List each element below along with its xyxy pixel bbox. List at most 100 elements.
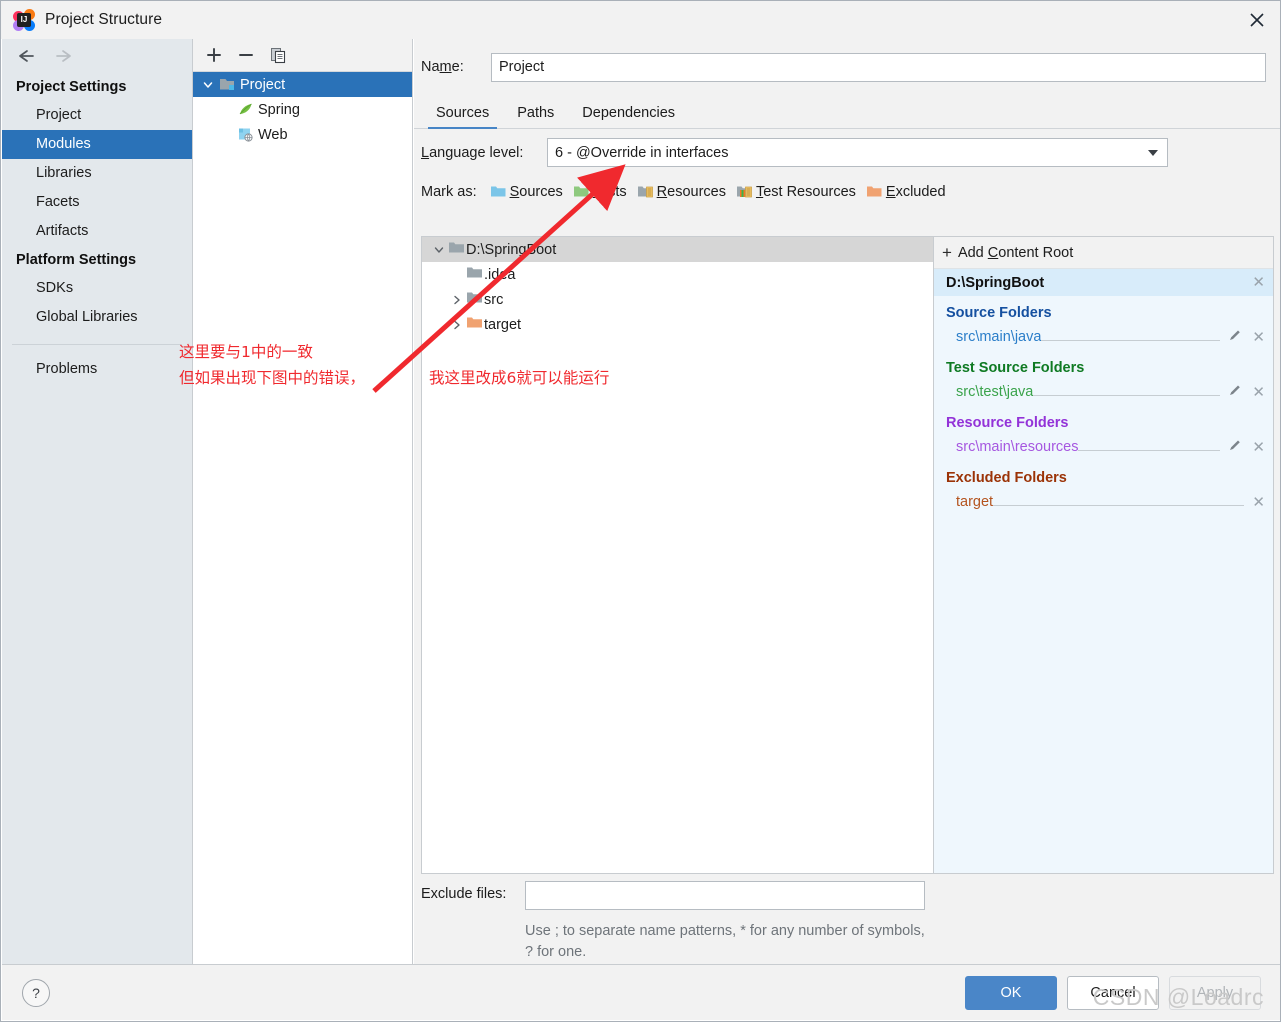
remove-excluded-folder-icon[interactable]: ✕ [1252,495,1265,510]
mark-as-resources-button[interactable]: Resources [637,184,726,200]
resource-folder-entry[interactable]: src\main\resources ✕ [934,433,1273,461]
edit-pencil-icon[interactable] [1228,438,1242,456]
language-level-label: Language level: [421,144,524,161]
help-button[interactable]: ? [22,978,50,1007]
title-bar: IJ Project Structure [1,1,1280,39]
excluded-folders-title: Excluded Folders [946,470,1067,486]
remove-content-root-icon[interactable]: ✕ [1252,275,1265,290]
sidebar-group-platform-settings: Platform Settings [16,252,137,268]
mark-as-test-resources-button[interactable]: Test Resources [736,184,856,200]
remove-module-button[interactable] [233,42,259,68]
add-content-root-button[interactable]: + Add Content Root [934,237,1273,269]
mark-as-label: Mark as: [421,183,477,200]
close-icon[interactable] [1232,1,1280,39]
entry-rule [1033,385,1221,396]
content-tree-label: .idea [484,266,516,283]
content-tree-label: D:\SpringBoot [466,241,557,258]
module-name-label: Name: [421,59,464,75]
folder-icon [466,290,484,309]
test-resources-folder-icon [736,184,753,199]
tab-dependencies[interactable]: Dependencies [568,105,689,128]
intellij-logo-icon: IJ [13,9,35,31]
exclude-files-input[interactable] [525,881,925,910]
content-tree-row-idea[interactable]: .idea [422,262,933,287]
logo-plate-text: IJ [17,13,31,27]
mark-as-sources-button[interactable]: Sources [490,184,563,200]
module-tree-panel: Project Spring Web [193,39,413,966]
chevron-down-icon [430,244,448,256]
module-folder-icon [217,77,237,92]
arrow-left-icon[interactable] [14,45,36,67]
content-roots-area: D:\SpringBoot .idea src target + Add Con… [421,236,1274,874]
entry-rule [993,495,1245,506]
content-tree-row-target[interactable]: target [422,312,933,337]
sidebar-nav-buttons [2,39,192,73]
exclude-files-row: Exclude files: [421,881,1274,910]
tab-sources[interactable]: Sources [422,105,503,129]
module-name-input[interactable] [491,52,1266,82]
content-root-path-row[interactable]: D:\SpringBoot ✕ [934,269,1273,296]
test-source-folder-path: src\test\java [956,384,1034,400]
sidebar-item-global-libraries[interactable]: Global Libraries [2,303,192,332]
sidebar-item-facets[interactable]: Facets [2,188,192,217]
chevron-right-icon[interactable] [448,319,466,331]
remove-source-folder-icon[interactable]: ✕ [1252,330,1265,345]
content-tree-row-root[interactable]: D:\SpringBoot [422,237,933,262]
module-tree-row-project[interactable]: Project [193,72,412,97]
module-name-row: Name: [414,39,1280,95]
sidebar-item-modules[interactable]: Modules [2,130,192,159]
tab-paths[interactable]: Paths [503,105,568,128]
content-tree-label: src [484,291,504,308]
edit-pencil-icon[interactable] [1228,383,1242,401]
module-tree-toolbar [193,39,412,72]
mark-as-tests-button[interactable]: Tests [573,184,627,200]
plus-icon: + [942,243,952,262]
resource-folder-path: src\main\resources [956,439,1079,455]
exclude-files-label: Exclude files: [421,886,507,902]
edit-pencil-icon[interactable] [1228,328,1242,346]
tests-folder-icon [573,184,590,199]
module-tree-label: Project [240,76,286,93]
test-source-folder-entry[interactable]: src\test\java ✕ [934,378,1273,406]
language-level-value: 6 - @Override in interfaces [555,144,729,161]
cancel-button[interactable]: Cancel [1067,975,1159,1010]
sidebar-item-problems[interactable]: Problems [2,355,192,384]
ok-button[interactable]: OK [965,975,1057,1010]
source-folder-path: src\main\java [956,329,1042,345]
module-tree-label: Spring [258,101,300,118]
sidebar-item-libraries[interactable]: Libraries [2,159,192,188]
entry-rule [1078,440,1221,451]
module-tabs: Sources Paths Dependencies [414,95,1280,129]
test-source-folders-title: Test Source Folders [946,360,1085,376]
sidebar-divider [12,344,182,345]
remove-test-source-folder-icon[interactable]: ✕ [1252,385,1265,400]
add-module-button[interactable] [201,42,227,68]
sidebar-item-artifacts[interactable]: Artifacts [2,217,192,246]
source-folder-entry[interactable]: src\main\java ✕ [934,323,1273,351]
language-level-row: Language level: 6 - @Override in interfa… [414,129,1280,176]
apply-button: Apply [1169,975,1261,1010]
spring-leaf-icon [235,102,255,117]
sidebar-item-sdks[interactable]: SDKs [2,274,192,303]
sidebar-group-project-settings: Project Settings [16,79,127,95]
chevron-down-icon [1148,149,1158,156]
chevron-right-icon[interactable] [448,294,466,306]
mark-as-excluded-button[interactable]: Excluded [866,184,946,200]
module-tree-row-web[interactable]: Web [193,122,412,147]
content-tree-row-src[interactable]: src [422,287,933,312]
window-title: Project Structure [45,11,163,28]
folder-icon [448,240,466,259]
excluded-folder-entry[interactable]: target ✕ [934,488,1273,516]
module-tree-row-spring[interactable]: Spring [193,97,412,122]
sidebar-item-project[interactable]: Project [2,101,192,130]
exclude-files-hint: Use ; to separate name patterns, * for a… [525,923,925,960]
language-level-select[interactable]: 6 - @Override in interfaces [547,138,1168,167]
project-structure-dialog: IJ Project Structure Project Settings Pr… [0,0,1281,1022]
remove-resource-folder-icon[interactable]: ✕ [1252,440,1265,455]
copy-module-button[interactable] [265,42,291,68]
folder-icon [466,265,484,284]
mark-as-row: Mark as: Sources Tests Resources Test Re… [414,176,1280,207]
arrow-right-icon[interactable] [54,45,76,67]
content-file-tree: D:\SpringBoot .idea src target [422,237,934,873]
excluded-folder-path: target [956,494,994,510]
